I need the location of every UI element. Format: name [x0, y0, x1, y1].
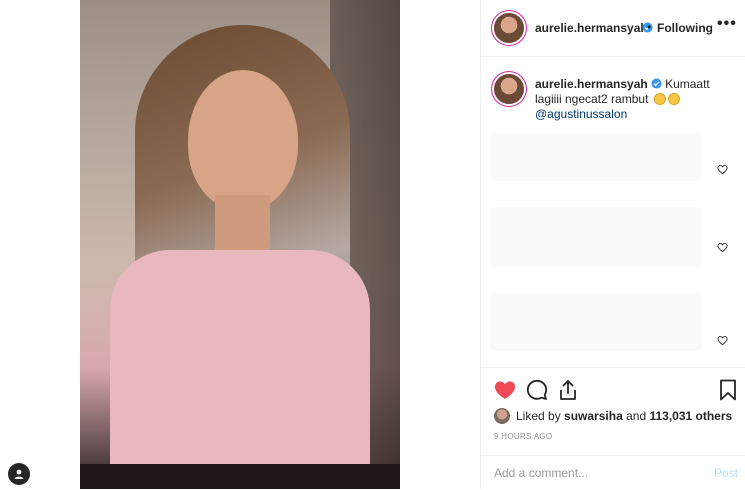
comment-bar: Post: [481, 455, 745, 490]
comment-placeholder: [491, 293, 701, 351]
following-button[interactable]: Following: [657, 21, 713, 35]
comment-like-icon[interactable]: [717, 242, 728, 253]
comment-icon[interactable]: [525, 378, 549, 402]
post-timestamp[interactable]: 9 HOURS AGO: [494, 432, 552, 441]
heart-eyes-icon: [667, 93, 680, 105]
likes-joiner: and: [626, 409, 647, 423]
grimacing-face-icon: [653, 93, 666, 105]
post-photo[interactable]: [80, 0, 400, 489]
action-bar: [481, 367, 745, 408]
likes-summary[interactable]: Liked by suwarsiha and 113,031 others: [494, 406, 732, 426]
bookmark-icon[interactable]: [716, 378, 740, 402]
caption-text: aurelie.hermansyah Kumaatt lagiiii ngeca…: [535, 77, 735, 122]
mention-link[interactable]: @agustinussalon: [535, 107, 735, 122]
comment-like-icon[interactable]: [717, 164, 728, 175]
comment-like-icon[interactable]: [717, 335, 728, 346]
post-button[interactable]: Post: [714, 466, 738, 480]
share-icon[interactable]: [556, 378, 580, 402]
caption-avatar[interactable]: [494, 74, 524, 104]
separator-dot: •: [647, 20, 652, 34]
caption-username[interactable]: aurelie.hermansyah: [535, 77, 648, 91]
photo-pane: [0, 0, 481, 489]
post-header: aurelie.hermansyah • Following •••: [481, 0, 745, 57]
tagged-user-icon[interactable]: [8, 463, 30, 485]
avatar[interactable]: [494, 13, 524, 43]
first-liker-link[interactable]: suwarsiha: [564, 409, 623, 423]
likes-prefix: Liked by: [516, 409, 561, 423]
comment-input[interactable]: [494, 465, 684, 481]
comment-placeholder: [491, 207, 701, 267]
liker-avatar: [494, 408, 510, 424]
comment-placeholder: [491, 133, 701, 181]
more-options-icon[interactable]: •••: [717, 15, 737, 33]
heart-filled-icon[interactable]: [493, 378, 517, 402]
verified-badge-icon: [651, 78, 662, 89]
post-username[interactable]: aurelie.hermansyah: [535, 21, 648, 35]
likes-count[interactable]: 113,031 others: [649, 409, 732, 423]
post-details: aurelie.hermansyah • Following ••• aurel…: [481, 0, 745, 489]
